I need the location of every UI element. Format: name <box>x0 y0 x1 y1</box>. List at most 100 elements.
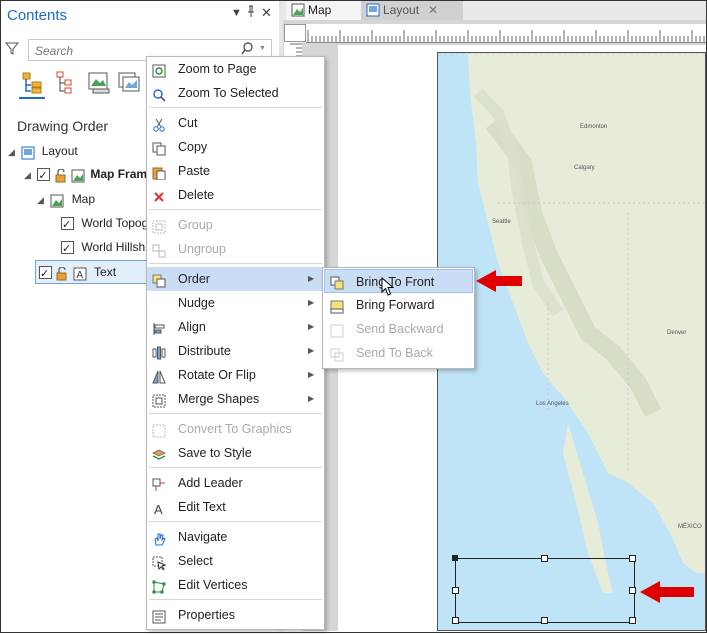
tab-layout[interactable]: Layout ✕ <box>361 1 463 20</box>
visibility-checkbox[interactable] <box>61 238 74 260</box>
tree-item-map-frame[interactable]: ◢ Map Fram <box>24 163 148 187</box>
visibility-checkbox[interactable] <box>37 165 51 187</box>
menu-item-zoom-to-page[interactable]: Zoom to Page <box>147 57 324 81</box>
tree-label: Map <box>71 192 96 206</box>
properties-icon <box>152 608 166 624</box>
menu-item-nudge[interactable]: Nudge ▶ <box>147 291 324 315</box>
list-by-selection-icon[interactable] <box>117 71 141 95</box>
submenu-arrow-icon: ▶ <box>308 274 315 283</box>
menu-item-rotate-or-flip[interactable]: Rotate Or Flip ▶ <box>147 363 324 387</box>
layout-icon <box>21 145 35 160</box>
scissors-icon <box>152 116 166 132</box>
context-menu: Zoom to Page Zoom To Selected Cut Copy P… <box>146 56 325 630</box>
drawing-order-heading: Drawing Order <box>17 118 109 134</box>
close-pane-icon[interactable]: ✕ <box>261 5 272 21</box>
menu-item-paste[interactable]: Paste <box>147 159 324 183</box>
map-label-seattle: Seattle <box>492 219 511 225</box>
pane-title: Contents <box>7 7 68 24</box>
send-to-back-icon <box>330 346 344 362</box>
menu-item-add-leader[interactable]: Add Leader <box>147 471 324 495</box>
order-icon <box>152 272 166 288</box>
menu-item-edit-text[interactable]: A Edit Text <box>147 495 324 519</box>
map-icon <box>50 193 64 208</box>
menu-item-zoom-to-selected[interactable]: Zoom To Selected <box>147 81 324 105</box>
selection-handle[interactable] <box>541 555 548 562</box>
menu-item-edit-vertices[interactable]: Edit Vertices <box>147 573 324 597</box>
submenu-arrow-icon: ▶ <box>308 322 315 331</box>
list-by-drawing-order-icon[interactable] <box>21 71 45 95</box>
menu-item-bring-forward[interactable]: Bring Forward <box>324 293 473 317</box>
lock-icon[interactable] <box>54 168 68 183</box>
menu-item-group[interactable]: Group <box>147 213 324 237</box>
map-frame[interactable]: Edmonton Calgary Seattle Denver Los Ange… <box>437 52 706 631</box>
copy-icon <box>152 140 166 156</box>
merge-shapes-icon <box>152 392 166 408</box>
zoom-to-selected-icon <box>152 86 166 102</box>
map-label-edmonton: Edmonton <box>580 124 608 130</box>
ruler-corner <box>284 24 306 42</box>
pane-options-icon[interactable]: ▼ <box>231 7 242 19</box>
selection-handle[interactable] <box>452 617 459 624</box>
pin-icon[interactable] <box>246 5 256 21</box>
map-label-los-angeles: Los Angeles <box>536 401 569 407</box>
menu-item-navigate[interactable]: Navigate <box>147 525 324 549</box>
menu-item-merge-shapes[interactable]: Merge Shapes ▶ <box>147 387 324 411</box>
collapse-icon[interactable]: ◢ <box>24 164 34 186</box>
menu-item-send-backward[interactable]: Send Backward <box>324 317 473 341</box>
order-submenu: Bring To Front Bring Forward Send Backwa… <box>322 267 475 369</box>
list-by-hierarchy-icon[interactable] <box>55 71 79 95</box>
mouse-cursor-icon <box>381 276 395 300</box>
align-icon <box>152 320 166 335</box>
menu-separator <box>149 467 322 468</box>
collapse-icon[interactable]: ◢ <box>37 189 47 211</box>
menu-item-bring-to-front[interactable]: Bring To Front <box>324 269 473 293</box>
selection-handle[interactable] <box>629 555 636 562</box>
selection-handle[interactable] <box>629 617 636 624</box>
tree-item-world-hillshade[interactable]: World Hillsh <box>61 236 145 260</box>
selected-text-element[interactable] <box>455 558 635 623</box>
selection-handle[interactable] <box>541 617 548 624</box>
filter-icon[interactable] <box>4 41 20 59</box>
menu-item-order[interactable]: Order ▶ <box>147 267 324 291</box>
menu-item-convert-to-graphics[interactable]: Convert To Graphics <box>147 417 324 441</box>
submenu-arrow-icon: ▶ <box>308 394 315 403</box>
visibility-checkbox[interactable] <box>39 263 52 285</box>
selection-handle[interactable] <box>452 555 458 561</box>
list-by-type-icon[interactable] <box>87 71 111 95</box>
map-frame-icon <box>71 168 85 183</box>
edit-vertices-icon <box>152 578 166 594</box>
selection-handle[interactable] <box>629 587 636 594</box>
tab-label: Map <box>308 3 332 17</box>
menu-separator <box>149 413 322 414</box>
menu-item-delete[interactable]: Delete <box>147 183 324 207</box>
menu-item-cut[interactable]: Cut <box>147 111 324 135</box>
tree-item-text[interactable]: A Text <box>35 260 151 285</box>
menu-item-save-to-style[interactable]: Save to Style <box>147 441 324 465</box>
tree-item-map[interactable]: ◢ Map <box>37 188 95 210</box>
tree-item-layout[interactable]: ◢ Layout <box>8 140 78 162</box>
menu-item-distribute[interactable]: Distribute ▶ <box>147 339 324 363</box>
map-label-calgary: Calgary <box>574 165 595 171</box>
menu-item-properties[interactable]: Properties <box>147 603 324 627</box>
visibility-checkbox[interactable] <box>61 214 74 236</box>
menu-item-send-to-back[interactable]: Send To Back <box>324 341 473 365</box>
menu-item-ungroup[interactable]: Ungroup <box>147 237 324 261</box>
zoom-to-page-icon <box>152 62 166 78</box>
menu-item-select[interactable]: Select <box>147 549 324 573</box>
submenu-arrow-icon: ▶ <box>308 346 315 355</box>
tree-label: Map Fram <box>90 167 148 181</box>
menu-item-copy[interactable]: Copy <box>147 135 324 159</box>
menu-item-align[interactable]: Align ▶ <box>147 315 324 339</box>
delete-icon <box>152 188 166 202</box>
collapse-icon[interactable]: ◢ <box>8 141 18 163</box>
text-element-icon: A <box>73 266 87 281</box>
selection-handle[interactable] <box>452 587 459 594</box>
lock-icon[interactable] <box>55 266 69 281</box>
tab-label: Layout <box>383 3 420 17</box>
close-tab-icon[interactable]: ✕ <box>428 1 438 20</box>
tab-map[interactable]: Map <box>286 1 370 20</box>
tree-item-world-topo[interactable]: World Topog <box>61 212 148 236</box>
view-tab-bar: Map Layout ✕ <box>283 1 706 20</box>
menu-separator <box>149 209 322 210</box>
search-dropdown-icon[interactable]: ▼ <box>259 45 266 52</box>
